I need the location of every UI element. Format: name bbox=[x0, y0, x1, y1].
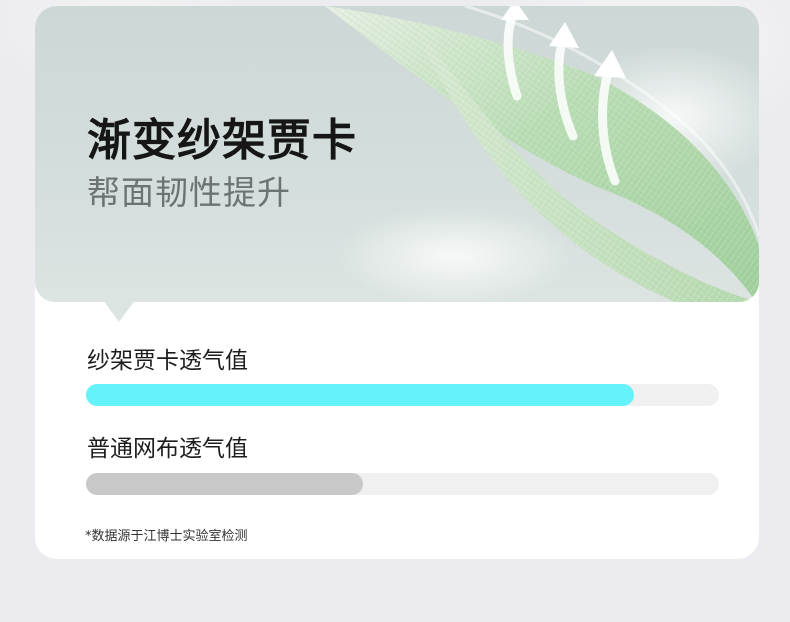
progress-fill-jacquard bbox=[86, 384, 635, 406]
progress-track-jacquard bbox=[86, 384, 719, 406]
hero-banner: 渐变纱架贾卡 帮面韧性提升 bbox=[35, 6, 759, 302]
hero-subtitle: 帮面韧性提升 bbox=[87, 173, 291, 212]
metric-label-mesh: 普通网布透气值 bbox=[87, 436, 248, 462]
progress-track-mesh bbox=[86, 473, 719, 495]
hero-title: 渐变纱架贾卡 bbox=[87, 115, 357, 166]
data-source-footnote: *数据源于江博士实验室检测 bbox=[85, 529, 248, 544]
hero-pointer bbox=[103, 300, 135, 322]
metric-label-jacquard: 纱架贾卡透气值 bbox=[87, 348, 248, 374]
feature-card: 渐变纱架贾卡 帮面韧性提升 纱架贾卡透气值 普通网布透气值 *数据源于江博士实验… bbox=[35, 6, 759, 559]
progress-fill-mesh bbox=[86, 473, 363, 495]
